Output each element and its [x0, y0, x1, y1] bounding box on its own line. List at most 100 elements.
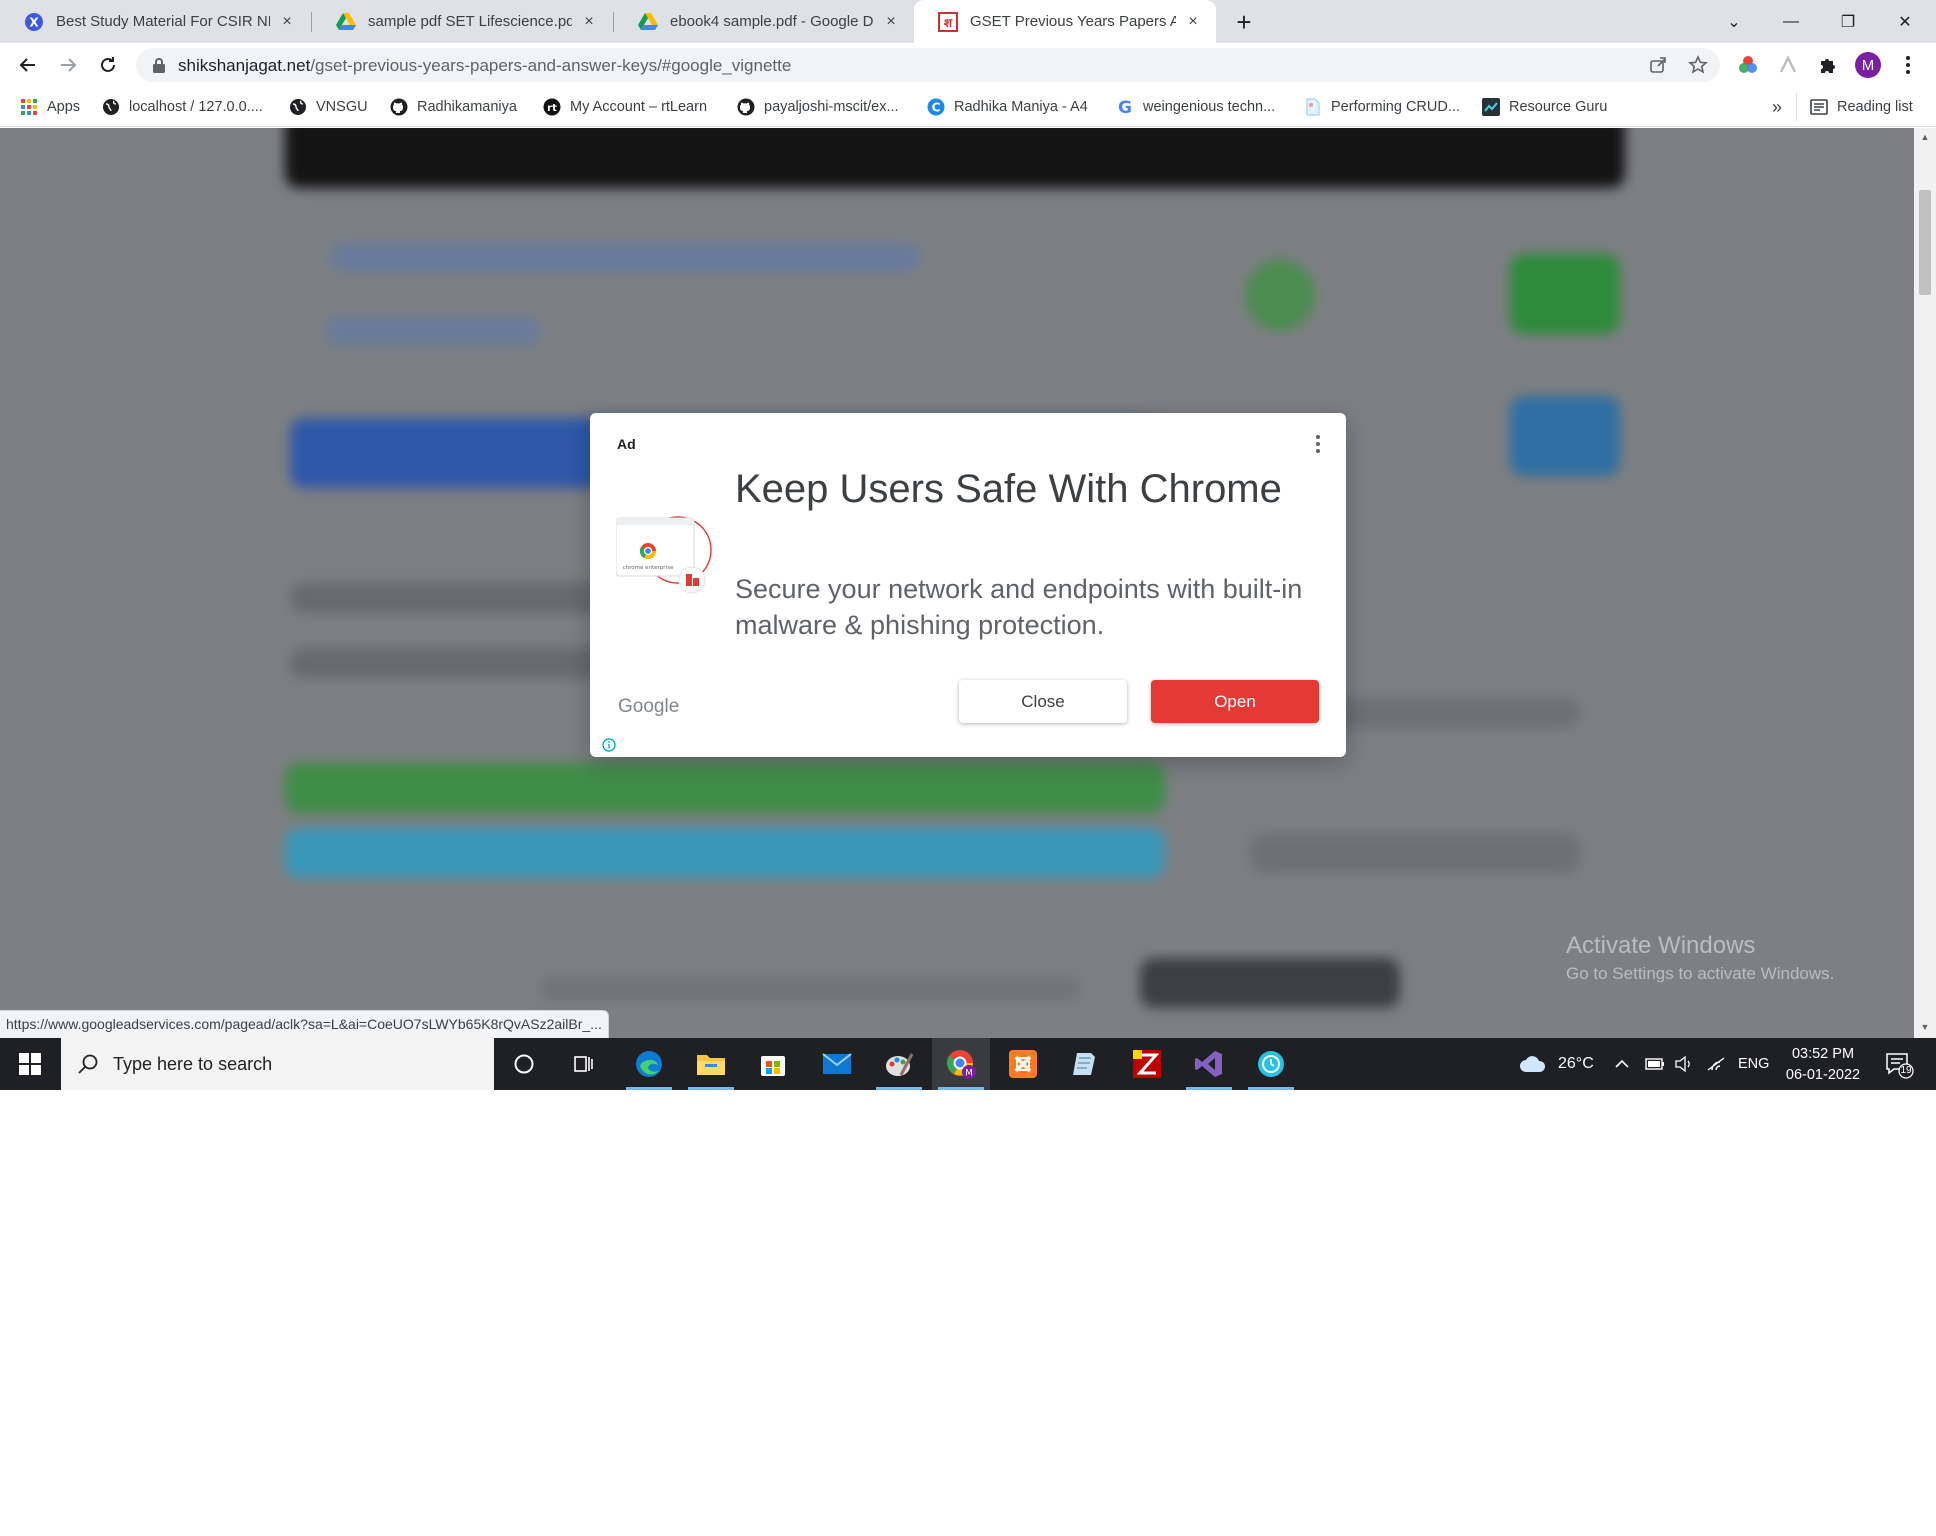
file-explorer-icon[interactable] — [682, 1038, 740, 1090]
ad-choices-info-icon[interactable] — [602, 738, 616, 752]
tab-ebook4-sample[interactable]: ebook4 sample.pdf - Google Drive × — [614, 0, 914, 43]
show-hidden-icons-button[interactable] — [1615, 1038, 1629, 1090]
start-button[interactable] — [0, 1038, 60, 1090]
bookmark-payaljoshi[interactable]: payaljoshi-mscit/ex... — [737, 95, 899, 119]
bookmark-label: My Account – rtLearn — [570, 99, 708, 115]
tab-title: Best Study Material For CSIR NET — [56, 13, 270, 30]
ad-options-icon[interactable] — [1312, 433, 1324, 457]
bookmark-performing-crud[interactable]: Performing CRUD... — [1304, 95, 1460, 119]
tab-gset-papers[interactable]: श GSET Previous Years Papers And A × — [914, 0, 1216, 43]
volume-icon[interactable] — [1675, 1038, 1693, 1090]
bookmark-vnsgu[interactable]: VNSGU — [289, 95, 368, 119]
ad-close-button[interactable]: Close — [959, 680, 1127, 723]
blurred-whatsapp-button — [1510, 254, 1620, 334]
blurred-tag — [325, 316, 540, 346]
url-path: /gset-previous-years-papers-and-answer-k… — [310, 56, 792, 75]
chevron-up-icon — [1615, 1059, 1629, 1068]
tab-search-button[interactable]: ⌄ — [1706, 0, 1762, 43]
extension-a-icon[interactable] — [1776, 53, 1800, 77]
tab-title: ebook4 sample.pdf - Google Drive — [670, 13, 874, 30]
bookmark-weingenious[interactable]: G weingenious techn... — [1116, 95, 1275, 119]
visual-studio-icon[interactable] — [1180, 1038, 1238, 1090]
xampp-icon[interactable] — [994, 1038, 1052, 1090]
weather-widget[interactable]: 26°C — [1518, 1038, 1594, 1090]
bookmarks-overflow-button[interactable]: » — [1772, 95, 1782, 119]
color-extension-icon[interactable] — [1736, 53, 1760, 77]
google-drive-icon — [638, 12, 658, 32]
bookmark-localhost[interactable]: localhost / 127.0.0.... — [102, 95, 263, 119]
close-window-button[interactable]: ✕ — [1877, 0, 1933, 43]
taskbar-clock[interactable]: 03:52 PM 06-01-2022 — [1778, 1044, 1868, 1086]
c-circle-icon: C — [927, 98, 945, 116]
ad-headline[interactable]: Keep Users Safe With Chrome — [735, 463, 1295, 516]
new-tab-button[interactable]: + — [1230, 7, 1258, 37]
reload-button[interactable] — [92, 49, 124, 81]
scroll-up-icon[interactable]: ▲ — [1919, 131, 1931, 143]
scroll-thumb[interactable] — [1919, 190, 1931, 295]
restore-button[interactable]: ❐ — [1820, 0, 1876, 43]
share-icon[interactable] — [1648, 55, 1668, 75]
tab-sample-pdf[interactable]: sample pdf SET Lifescience.pdf - G × — [312, 0, 612, 43]
chrome-icon[interactable]: M — [932, 1038, 990, 1090]
weather-temperature: 26°C — [1558, 1055, 1594, 1072]
blurred-dark-button — [1140, 958, 1400, 1008]
minimize-button[interactable]: — — [1763, 0, 1819, 43]
taskbar-search-box[interactable]: Type here to search — [61, 1038, 494, 1090]
bookmark-apps[interactable]: Apps — [20, 95, 80, 119]
address-url[interactable]: shikshanjagat.net/gset-previous-years-pa… — [178, 56, 791, 76]
bookmark-rtlearn[interactable]: rt My Account – rtLearn — [543, 95, 707, 119]
bookmarks-divider — [1796, 93, 1797, 121]
tab-close-button[interactable]: × — [1184, 13, 1202, 31]
address-bar[interactable]: shikshanjagat.net/gset-previous-years-pa… — [136, 48, 1720, 82]
watermark-subtitle: Go to Settings to activate Windows. — [1566, 964, 1835, 983]
bookmark-resource-guru[interactable]: Resource Guru — [1482, 95, 1607, 119]
battery-icon[interactable] — [1645, 1038, 1665, 1090]
svg-text:X: X — [29, 15, 39, 29]
notepad-icon[interactable] — [1056, 1038, 1114, 1090]
blurred-heading — [330, 243, 920, 271]
bookmark-radhika-a4[interactable]: C Radhika Maniya - A4 — [927, 95, 1088, 119]
ad-advertiser-name[interactable]: Google — [618, 696, 679, 718]
bookmark-radhikamaniya[interactable]: Radhikamaniya — [390, 95, 517, 119]
mail-icon[interactable] — [808, 1038, 866, 1090]
paint-icon[interactable] — [870, 1038, 928, 1090]
page-scrollbar[interactable]: ▲ ▼ — [1914, 128, 1936, 1038]
clock-time: 03:52 PM — [1791, 1046, 1855, 1062]
puzzle-extensions-icon[interactable] — [1816, 53, 1840, 77]
kebab-menu-icon[interactable] — [1896, 53, 1920, 77]
wifi-icon[interactable] — [1706, 1038, 1726, 1090]
tab-close-button[interactable]: × — [278, 13, 296, 31]
bookmark-label: Apps — [47, 99, 81, 115]
cloud-icon — [1520, 1056, 1546, 1072]
tab-close-button[interactable]: × — [882, 13, 900, 31]
bookmark-label: Performing CRUD... — [1331, 99, 1460, 115]
ad-vignette-dialog[interactable]: Ad chrome enterprise Keep Users Safe Wit… — [590, 413, 1346, 757]
clock-app-icon[interactable] — [1242, 1038, 1300, 1090]
globe-icon — [289, 98, 307, 116]
ad-description[interactable]: Secure your network and endpoints with b… — [735, 571, 1305, 643]
edge-icon[interactable] — [620, 1038, 678, 1090]
input-language[interactable]: ENG — [1738, 1038, 1769, 1090]
bookmark-star-icon[interactable] — [1688, 55, 1708, 75]
watermark-title: Activate Windows — [1566, 932, 1756, 959]
store-icon[interactable] — [744, 1038, 802, 1090]
forward-button[interactable] — [52, 49, 84, 81]
notification-count: 19 — [1900, 1065, 1912, 1076]
svg-text:rt: rt — [547, 103, 557, 114]
notification-center-button[interactable]: 19 — [1884, 1050, 1914, 1080]
taskbar-search-placeholder: Type here to search — [113, 1053, 273, 1074]
task-view-icon[interactable] — [555, 1038, 613, 1090]
blurred-cyan-button — [285, 828, 1165, 878]
ad-chrome-illustration[interactable]: chrome enterprise — [615, 508, 720, 608]
ad-open-button[interactable]: Open — [1151, 680, 1319, 723]
cortana-icon[interactable] — [495, 1038, 553, 1090]
back-button[interactable] — [12, 49, 44, 81]
filezilla-icon[interactable] — [1118, 1038, 1176, 1090]
scroll-down-icon[interactable]: ▼ — [1919, 1021, 1931, 1033]
tab-close-button[interactable]: × — [580, 13, 598, 31]
bookmarks-bar: Apps localhost / 127.0.0.... VNSGU Radhi… — [0, 87, 1936, 127]
tab-csir-net[interactable]: X Best Study Material For CSIR NET × — [0, 0, 310, 43]
shikshan-jagat-icon: श — [938, 11, 958, 32]
profile-avatar[interactable]: M — [1855, 52, 1881, 78]
reading-list-button[interactable]: Reading list — [1810, 95, 1913, 119]
